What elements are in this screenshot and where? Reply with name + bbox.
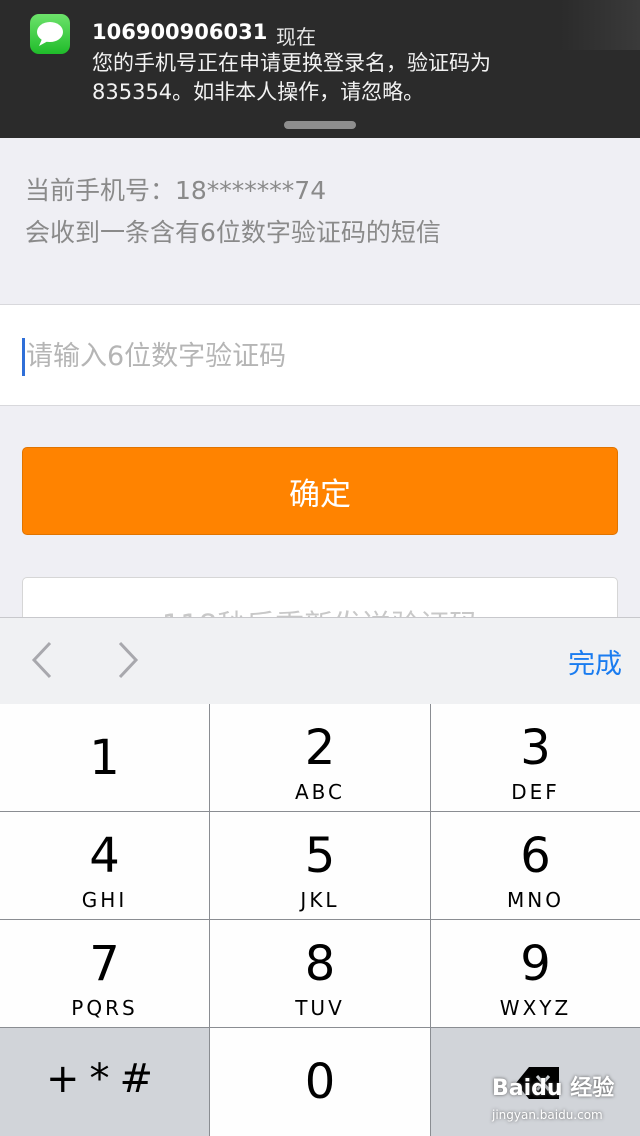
key-digit: 3 [520, 720, 551, 776]
key-4[interactable]: 4 GHI [0, 812, 209, 919]
key-3[interactable]: 3 DEF [431, 704, 640, 811]
confirm-button[interactable]: 确定 [22, 447, 618, 535]
key-letters: GHI [81, 888, 128, 912]
key-letters: JKL [300, 888, 340, 912]
sms-notification-banner[interactable]: 106900906031 现在 您的手机号正在申请更换登录名，验证码为83535… [0, 0, 640, 138]
chevron-left-icon[interactable] [30, 640, 54, 684]
key-letters: PQRS [71, 996, 138, 1020]
key-letters: ABC [294, 780, 345, 804]
messages-icon [30, 14, 70, 54]
key-digit: 8 [304, 936, 336, 992]
banner-corner-shade [560, 0, 640, 50]
notification-body: 您的手机号正在申请更换登录名，验证码为835354。如非本人操作，请忽略。 [92, 51, 491, 104]
current-phone-text: 当前手机号：18*******74 [25, 176, 327, 205]
key-0[interactable]: 0 [210, 1028, 430, 1136]
key-letters: DEF [511, 780, 560, 804]
key-digit: 1 [89, 730, 120, 786]
notification-time: 现在 [276, 25, 316, 49]
key-2[interactable]: 2 ABC [210, 704, 430, 811]
keyboard-accessory-bar: 完成 [0, 617, 640, 705]
verification-code-input[interactable] [24, 331, 608, 381]
chevron-right-icon[interactable] [116, 640, 140, 684]
key-digit: 2 [304, 720, 336, 776]
key-symbols-label: +*# [45, 1056, 164, 1102]
key-letters: WXYZ [499, 996, 572, 1020]
key-6[interactable]: 6 MNO [431, 812, 640, 919]
banner-pull-handle[interactable] [284, 121, 356, 129]
key-7[interactable]: 7 PQRS [0, 920, 209, 1027]
key-digit: 4 [89, 828, 120, 884]
key-digit: 9 [520, 936, 551, 992]
key-digit: 6 [520, 828, 551, 884]
phone-info: 当前手机号：18*******74 会收到一条含有6位数字验证码的短信 [25, 170, 441, 254]
watermark-brand: Baidu 经验 [492, 1076, 615, 1101]
notification-sender: 106900906031 [92, 20, 268, 44]
key-symbols[interactable]: +*# [0, 1028, 209, 1136]
key-digit: 5 [304, 828, 336, 884]
key-8[interactable]: 8 TUV [210, 920, 430, 1027]
sms-hint-text: 会收到一条含有6位数字验证码的短信 [25, 218, 441, 247]
key-letters: MNO [507, 888, 564, 912]
done-button[interactable]: 完成 [568, 642, 622, 681]
watermark-url: jingyan.baidu.com [492, 1108, 603, 1122]
key-5[interactable]: 5 JKL [210, 812, 430, 919]
key-digit: 7 [89, 936, 120, 992]
code-input-row[interactable] [0, 304, 640, 406]
key-digit: 0 [304, 1054, 336, 1110]
key-9[interactable]: 9 WXYZ [431, 920, 640, 1027]
key-letters: TUV [295, 996, 345, 1020]
baidu-jingyan-watermark: Baidu 经验 jingyan.baidu.com [492, 1070, 614, 1122]
key-1[interactable]: 1 [0, 704, 209, 811]
